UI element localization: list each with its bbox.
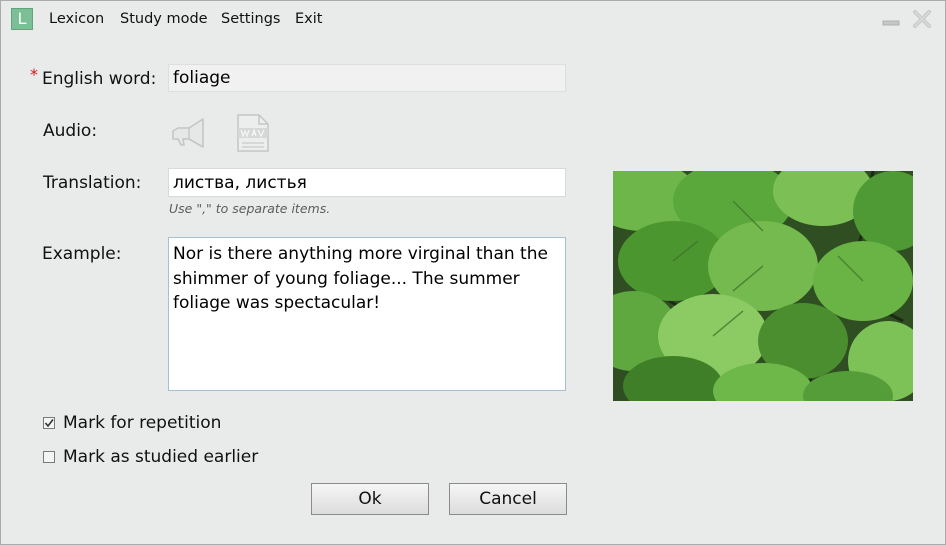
wav-file-icon	[237, 114, 269, 152]
translation-input[interactable]	[168, 168, 566, 197]
menu-study-mode[interactable]: Study mode	[120, 11, 208, 27]
example-textarea[interactable]: Nor is there anything more virginal than…	[168, 237, 566, 391]
minimize-button[interactable]	[881, 9, 901, 29]
example-label: Example:	[42, 244, 122, 264]
menu-settings[interactable]: Settings	[221, 11, 280, 27]
minimize-icon	[882, 20, 900, 26]
mark-studied-checkbox[interactable]	[43, 451, 55, 463]
menu-bar: L Lexicon Study mode Settings Exit	[1, 1, 945, 36]
mark-repetition-label[interactable]: Mark for repetition	[63, 413, 221, 433]
cancel-button[interactable]: Cancel	[449, 483, 567, 515]
lexicon-entry-window: L Lexicon Study mode Settings Exit * Eng…	[0, 0, 946, 545]
english-word-label: English word:	[42, 69, 157, 89]
translation-hint: Use "," to separate items.	[169, 201, 331, 216]
close-icon	[913, 10, 931, 28]
translation-label: Translation:	[43, 173, 142, 193]
foliage-photo	[613, 171, 913, 401]
required-marker: *	[30, 65, 38, 84]
play-audio-button[interactable]	[169, 114, 209, 152]
word-image	[613, 171, 913, 401]
speaker-icon	[172, 118, 204, 148]
wav-file-button[interactable]	[235, 113, 271, 153]
ok-button[interactable]: Ok	[311, 483, 429, 515]
english-word-input[interactable]	[168, 64, 566, 92]
audio-label: Audio:	[43, 121, 98, 141]
checkmark-icon	[44, 419, 54, 428]
app-logo-icon: L	[11, 8, 33, 30]
menu-lexicon[interactable]: Lexicon	[49, 11, 104, 27]
mark-repetition-checkbox[interactable]	[43, 417, 55, 429]
close-button[interactable]	[912, 9, 932, 29]
menu-exit[interactable]: Exit	[295, 11, 322, 27]
mark-studied-label[interactable]: Mark as studied earlier	[63, 447, 258, 467]
